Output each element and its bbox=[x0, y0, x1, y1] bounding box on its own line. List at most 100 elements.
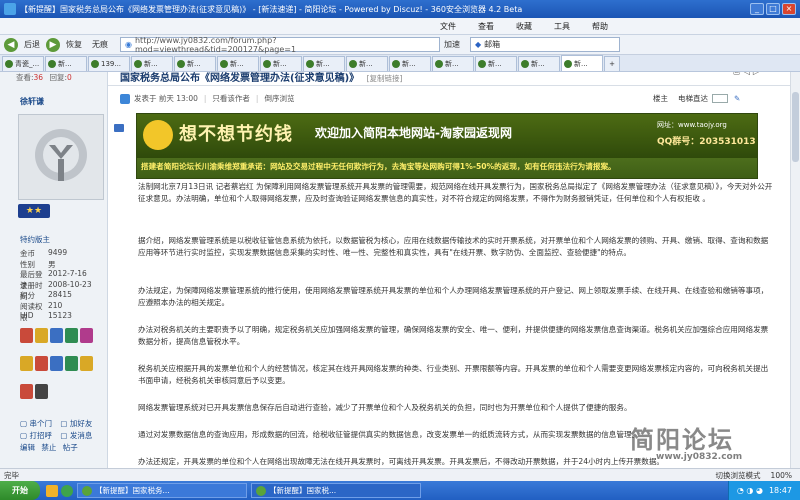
zoom-level[interactable]: 100% bbox=[771, 471, 792, 480]
menu-view[interactable]: 查看 bbox=[478, 21, 494, 32]
medal-icon[interactable] bbox=[50, 356, 63, 371]
minimize-button[interactable]: _ bbox=[750, 3, 764, 15]
favicon-icon bbox=[91, 60, 99, 68]
user-stats: 金币 9499 性别男 最后登录 2012-7-16 注册时间 2008-10-23 … bbox=[0, 248, 108, 322]
favicon-icon bbox=[392, 60, 400, 68]
only-author-link[interactable]: 只看该作者 bbox=[212, 93, 250, 104]
copy-link-button[interactable]: [复制链接] bbox=[367, 74, 403, 83]
taskbar-item[interactable]: 【新提醒】国家税... bbox=[251, 483, 421, 498]
favicon-icon bbox=[220, 60, 228, 68]
goto-floor-input[interactable] bbox=[712, 94, 728, 103]
back-button[interactable]: 后退 bbox=[20, 38, 44, 52]
print-icon[interactable]: ⎙ ◁ ▷ bbox=[733, 72, 760, 77]
tab-item[interactable]: 新... bbox=[217, 56, 259, 71]
menu-help[interactable]: 帮助 bbox=[592, 21, 608, 32]
tab-item[interactable]: 新... bbox=[303, 56, 345, 71]
banner-title: 想不想节约钱 bbox=[179, 124, 293, 145]
address-text: http://www.jy0832.com/forum.php?mod=view… bbox=[134, 35, 297, 54]
back-arrow-icon[interactable]: ◀ bbox=[4, 37, 18, 52]
watermark-url: www.jy0832.com bbox=[656, 452, 743, 462]
medal-icon[interactable] bbox=[35, 356, 48, 371]
stat-row: 最后登录 2012-7-16 bbox=[20, 269, 87, 290]
menu-favorites[interactable]: 收藏 bbox=[516, 21, 532, 32]
article-paragraph: 办法规定，为保障网络发票管理系统的推行使用，使用网络发票管理系统开具发票的单位和… bbox=[138, 286, 769, 308]
medal-icon[interactable] bbox=[20, 356, 33, 371]
medal-icon[interactable] bbox=[20, 384, 33, 399]
browser-icon bbox=[4, 3, 16, 15]
post-meta: 发表于 前天 13:00 | 只看该作者 | 倒序浏览 bbox=[120, 93, 294, 104]
medal-icon[interactable] bbox=[65, 328, 78, 343]
tab-item[interactable]: 新... bbox=[475, 56, 517, 71]
tab-item[interactable]: 新... bbox=[174, 56, 216, 71]
tray-icons[interactable]: ◔ ◑ ◕ bbox=[737, 486, 763, 495]
author-name[interactable]: 徐轩谦 bbox=[20, 96, 44, 107]
watermark-text: 简阳论坛 bbox=[630, 426, 734, 454]
new-tab-button[interactable]: + bbox=[604, 56, 620, 71]
tab-item[interactable]: 新... bbox=[131, 56, 173, 71]
quicklaunch-icon[interactable] bbox=[46, 484, 58, 497]
edit-link[interactable]: 编辑 bbox=[20, 443, 35, 452]
article-paragraph: 办法对税务机关的主要职责予以了明确，规定税务机关应加强网络发票的管理，确保网络发… bbox=[138, 325, 769, 347]
pen-icon[interactable]: ✎ bbox=[734, 94, 740, 103]
goto-floor-link[interactable]: 电梯直达 bbox=[678, 93, 708, 104]
online-icon bbox=[120, 93, 130, 104]
avatar[interactable] bbox=[18, 114, 104, 200]
favicon-icon bbox=[5, 60, 13, 68]
menu-file[interactable]: 文件 bbox=[440, 21, 456, 32]
article-paragraph: 据介绍，网络发票管理系统是以税收征管信息系统为依托，以数据管税为核心，应用在线数… bbox=[138, 236, 769, 258]
menu-tools[interactable]: 工具 bbox=[554, 21, 570, 32]
globe-icon: ◉ bbox=[125, 40, 132, 49]
poke-button[interactable]: ▢ 打招呼 bbox=[20, 431, 52, 440]
medal-icon[interactable] bbox=[50, 328, 63, 343]
tab-item[interactable]: 新... bbox=[432, 56, 474, 71]
favicon-icon bbox=[48, 60, 56, 68]
tab-item[interactable]: 新... bbox=[346, 56, 388, 71]
medal-icon[interactable] bbox=[80, 328, 93, 343]
banner-ad[interactable]: 想不想节约钱 欢迎加入简阳本地网站-淘家园返现网 网址：www.taojy.or… bbox=[136, 113, 758, 179]
medal-icon[interactable] bbox=[65, 356, 78, 371]
no-image-button[interactable]: 无痕 bbox=[88, 38, 112, 52]
tab-item[interactable]: 新... bbox=[260, 56, 302, 71]
tab-item[interactable]: 新... bbox=[389, 56, 431, 71]
title-bar: 【新提醒】国家税务总局公布《网络发票管理办法(征求意见稿)》 - [新法速递] … bbox=[0, 0, 800, 18]
article-paragraph: 法制网北京7月13日讯 记者蔡岩红 为保障利用网络发票管理系统开具发票的管理需要… bbox=[138, 182, 773, 204]
search-box[interactable]: ◆ 邮箱 bbox=[470, 37, 620, 52]
start-button[interactable]: 开始 bbox=[0, 481, 40, 500]
add-friend-button[interactable]: ▢ 加好友 bbox=[60, 419, 92, 428]
vertical-scrollbar[interactable] bbox=[790, 72, 800, 468]
stat-row: 性别男 bbox=[20, 259, 56, 269]
ban-link[interactable]: 禁止 bbox=[41, 443, 56, 452]
reverse-order-link[interactable]: 倒序浏览 bbox=[264, 93, 294, 104]
banner-url: 网址：www.taojy.org bbox=[657, 121, 727, 129]
accelerate-button[interactable]: 加速 bbox=[440, 38, 464, 52]
send-message-button[interactable]: ▢ 发消息 bbox=[60, 431, 92, 440]
quicklaunch-icon[interactable] bbox=[61, 484, 73, 497]
restore-button[interactable]: 恢复 bbox=[62, 38, 86, 52]
post-main: 国家税务总局公布《网络发票管理办法(征求意见稿)》 [复制链接] ⎙ ◁ ▷ 发… bbox=[108, 72, 800, 468]
medal-icon[interactable] bbox=[80, 356, 93, 371]
posts-link[interactable]: 帖子 bbox=[63, 443, 78, 452]
maximize-button[interactable]: □ bbox=[766, 3, 780, 15]
article-paragraph: 网络发票管理系统对已开具发票信息保存后自动进行查验，减少了开票单位和个人及税务机… bbox=[138, 403, 632, 412]
browse-mode-toggle[interactable]: 切换浏览模式 bbox=[716, 470, 761, 481]
scroll-thumb[interactable] bbox=[792, 92, 799, 162]
tab-item-active[interactable]: 新... bbox=[561, 55, 603, 71]
medal-icon[interactable] bbox=[35, 384, 48, 399]
system-tray: ◔ ◑ ◕ 18:47 bbox=[727, 481, 800, 500]
medal-icon[interactable] bbox=[20, 328, 33, 343]
visit-button[interactable]: ▢ 串个门 bbox=[20, 419, 52, 428]
emoji-face-icon bbox=[143, 120, 173, 150]
tab-item[interactable]: 新... bbox=[45, 56, 87, 71]
tab-item[interactable]: 青瓷_... bbox=[2, 56, 44, 71]
medal-icon[interactable] bbox=[35, 328, 48, 343]
floor-info: 楼主 电梯直达 ✎ bbox=[653, 93, 741, 104]
close-button[interactable]: × bbox=[782, 3, 796, 15]
thread-stats: 查看:36 回复:0 bbox=[16, 73, 72, 82]
tab-item[interactable]: 139... bbox=[88, 56, 130, 71]
menu-bar: 文件 查看 收藏 工具 帮助 bbox=[0, 18, 800, 35]
address-bar[interactable]: ◉ http://www.jy0832.com/forum.php?mod=vi… bbox=[120, 35, 440, 54]
forward-arrow-icon[interactable]: ▶ bbox=[46, 37, 60, 52]
window-title: 【新提醒】国家税务总局公布《网络发票管理办法(征求意见稿)》 - [新法速递] … bbox=[20, 4, 523, 14]
tab-item[interactable]: 新... bbox=[518, 56, 560, 71]
taskbar-item[interactable]: 【新提醒】国家税务... bbox=[77, 483, 247, 498]
